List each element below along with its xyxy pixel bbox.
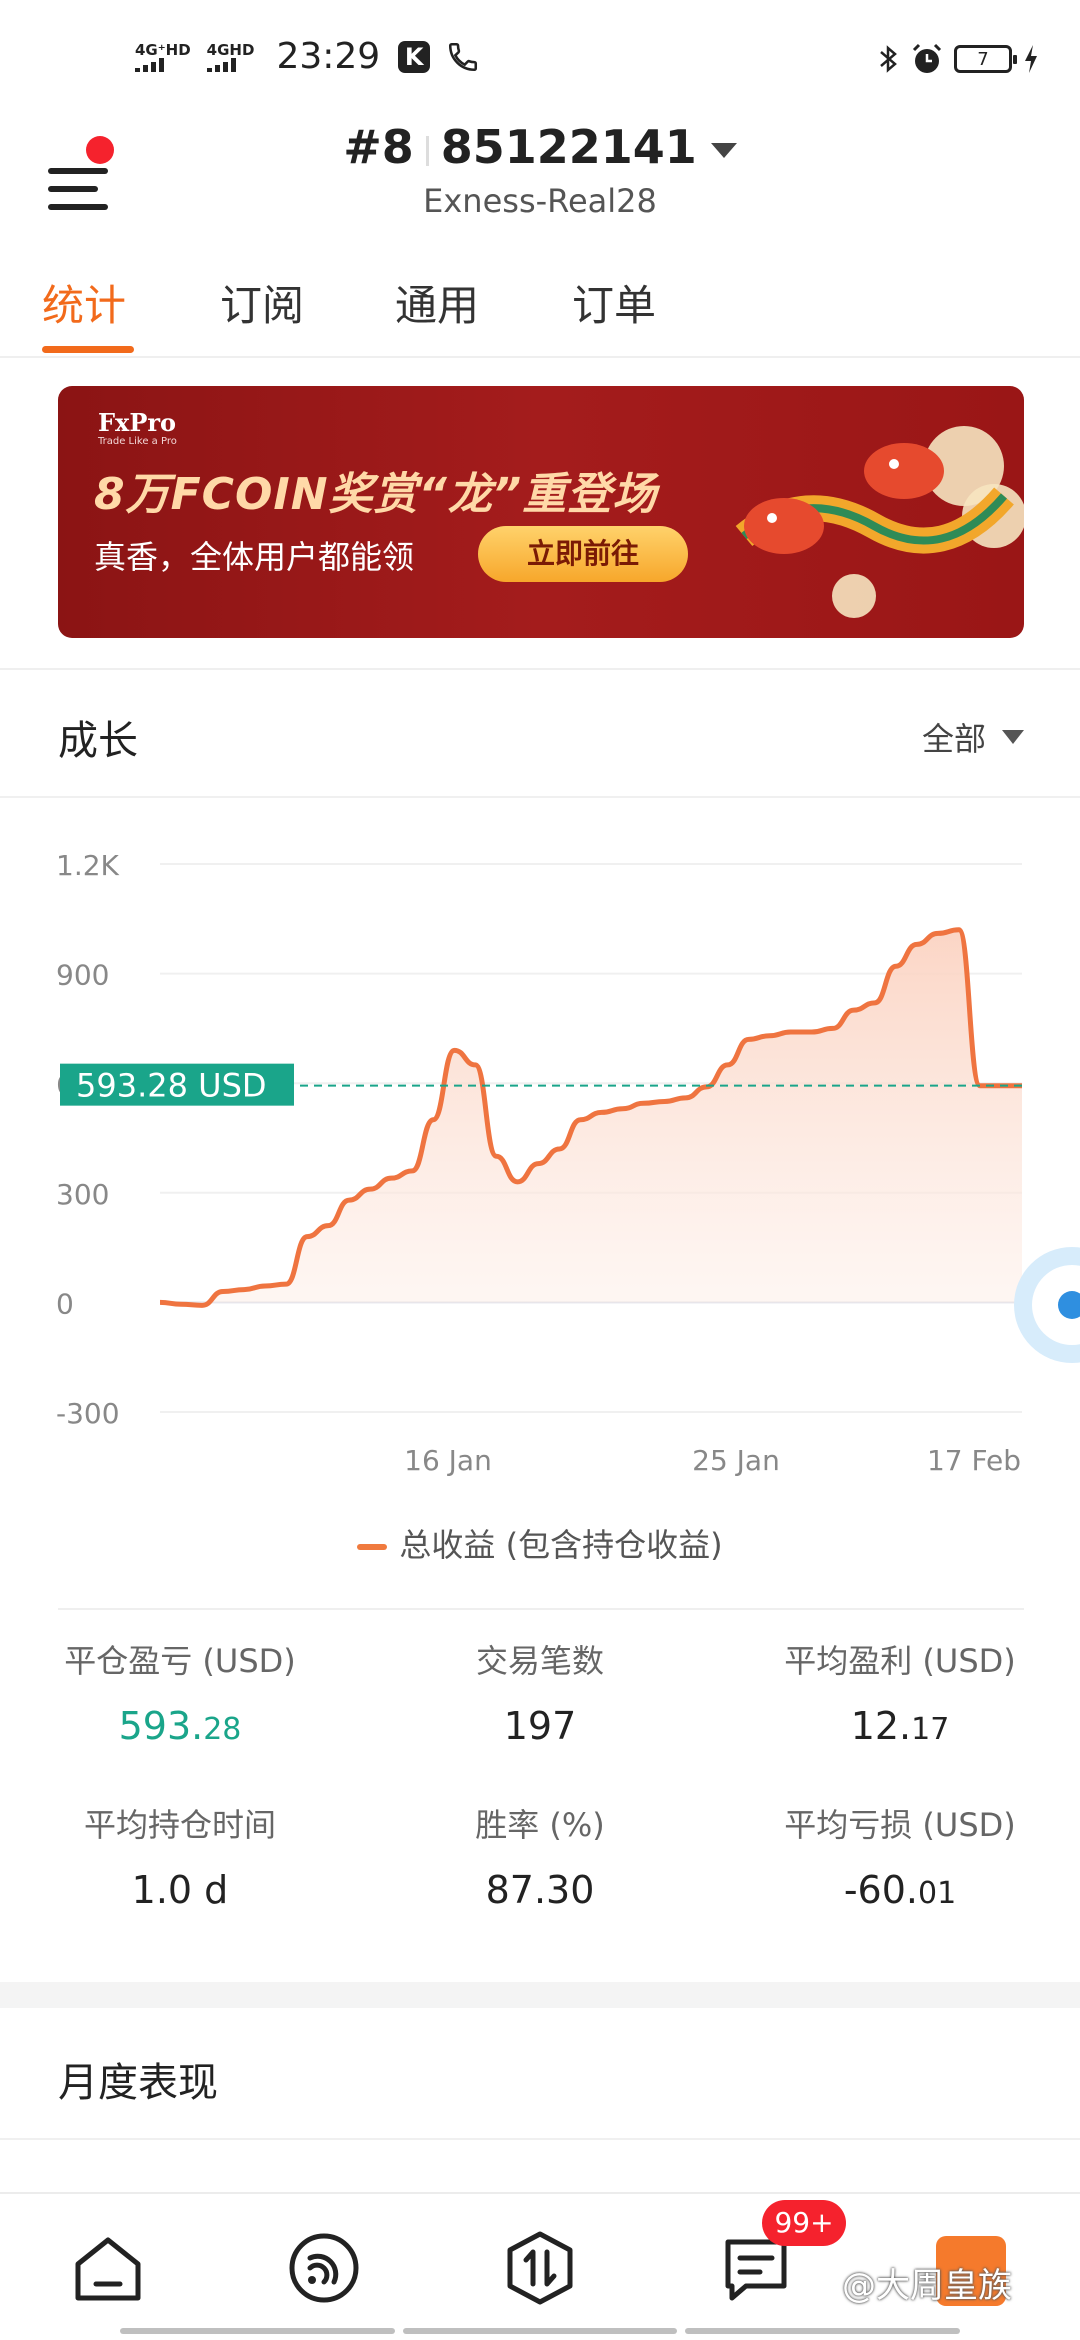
alarm-icon xyxy=(912,43,942,73)
stat-label: 平均亏损 (USD) xyxy=(784,1806,1016,1844)
stat-label: 平均持仓时间 xyxy=(83,1806,276,1844)
app-header: #8 85122141 Exness-Real28 xyxy=(0,110,1080,240)
stat-label: 平仓盈亏 (USD) xyxy=(64,1642,296,1680)
banner-cta-button[interactable]: 立即前往 xyxy=(478,526,688,582)
section-divider xyxy=(0,668,1080,670)
x-tick-label: 25 Jan xyxy=(692,1444,780,1477)
tab-subscribe[interactable]: 订阅 xyxy=(220,272,304,333)
legend-swatch xyxy=(357,1544,388,1550)
growth-divider xyxy=(0,796,1080,798)
stats-divider xyxy=(58,1608,1024,1610)
gesture-bar xyxy=(120,2328,961,2336)
charging-icon xyxy=(1025,45,1037,73)
stat-value: 197 xyxy=(503,1704,577,1748)
fxpro-logo: FxPro xyxy=(98,408,177,437)
monthly-divider xyxy=(0,2138,1080,2140)
stat-label: 平均盈利 (USD) xyxy=(784,1642,1016,1680)
growth-filter-label: 全部 xyxy=(921,720,986,758)
account-number: 85122141 xyxy=(440,120,697,174)
growth-chart: 1.2K9006003000-300593.28 USD16 Jan25 Jan… xyxy=(0,820,1080,1520)
signal-icon: 4G⁺HD xyxy=(135,42,191,72)
y-tick-label: 1.2K xyxy=(56,849,120,882)
signal-feed-icon[interactable] xyxy=(284,2228,364,2308)
chevron-down-icon xyxy=(1002,730,1024,744)
chart-legend: 总收益 (包含持仓收益) xyxy=(0,1520,1080,1566)
tab-general[interactable]: 通用 xyxy=(395,272,479,333)
stat-label: 交易笔数 xyxy=(475,1642,604,1680)
current-value-label: 593.28 USD xyxy=(76,1067,267,1105)
status-right: 7 xyxy=(878,42,1040,76)
active-tab-indicator xyxy=(42,346,134,353)
tab-stats[interactable]: 统计 xyxy=(42,272,126,333)
status-bar: 4G⁺HD 4GHD 23:29 K 7 xyxy=(0,0,1080,110)
banner-headline: 8万FCOIN奖赏“龙”重登场 xyxy=(94,469,658,520)
watermark: @大周皇族 xyxy=(842,2266,1012,2306)
stat-avg-hold-time: 平均持仓时间 1.0 d xyxy=(0,1800,360,1912)
floating-assist-button[interactable] xyxy=(1012,1240,1080,1370)
battery-level: 7 xyxy=(977,48,989,70)
home-icon[interactable] xyxy=(68,2228,148,2308)
account-index: #8 xyxy=(343,120,414,174)
bluetooth-icon xyxy=(880,45,897,73)
trade-icon[interactable] xyxy=(500,2228,580,2308)
fxpro-tagline: Trade Like a Pro xyxy=(98,436,177,447)
account-selector[interactable]: #8 85122141 xyxy=(0,120,1080,174)
tab-orders[interactable]: 订单 xyxy=(572,272,656,333)
x-tick-label: 17 Feb xyxy=(927,1444,1021,1477)
x-tick-label: 16 Jan xyxy=(404,1444,492,1477)
battery-icon: 7 xyxy=(954,45,1017,73)
stat-avg-loss: 平均亏损 (USD) -60.01 xyxy=(720,1800,1080,1912)
chevron-down-icon xyxy=(710,143,737,158)
tab-bar: 统计 订阅 通用 订单 xyxy=(0,258,1080,358)
stat-avg-profit: 平均盈利 (USD) 12.17 xyxy=(720,1636,1080,1748)
stat-label: 胜率 (%) xyxy=(475,1806,605,1844)
y-tick-label: 300 xyxy=(56,1178,109,1211)
status-left: 4G⁺HD 4GHD 23:29 K xyxy=(135,36,480,77)
y-tick-label: -300 xyxy=(56,1397,120,1430)
stat-closed-pnl: 平仓盈亏 (USD) 593.28 xyxy=(0,1636,360,1748)
stat-win-rate: 胜率 (%) 87.30 xyxy=(360,1800,720,1912)
growth-title: 成长 xyxy=(58,718,138,764)
dragon-illustration xyxy=(735,426,1024,618)
clock: 23:29 xyxy=(276,36,381,77)
legend-label: 总收益 (包含持仓收益) xyxy=(399,1526,723,1564)
account-server: Exness-Real28 xyxy=(423,182,657,220)
network-label-2: 4GHD xyxy=(206,40,255,59)
growth-chart-svg: 1.2K9006003000-300593.28 USD16 Jan25 Jan… xyxy=(56,849,1022,1477)
signal-icon-2: 4GHD xyxy=(206,40,255,72)
stat-trade-count: 交易笔数 197 xyxy=(360,1636,720,1748)
messages-badge: 99+ xyxy=(762,2200,846,2246)
y-tick-label: 0 xyxy=(56,1287,74,1320)
network-label-1: 4G⁺HD xyxy=(135,40,191,59)
y-tick-label: 900 xyxy=(56,959,109,992)
monthly-performance-title: 月度表现 xyxy=(58,2060,218,2106)
banner-subtitle: 真香，全体用户都能领 xyxy=(94,538,415,576)
stat-value: 593.28 xyxy=(118,1704,242,1748)
stat-value: 1.0 d xyxy=(131,1868,229,1912)
section-separator xyxy=(0,1982,1080,2008)
k-app-icon: K xyxy=(398,40,431,73)
phone-icon xyxy=(449,42,478,71)
promo-banner[interactable]: FxPro Trade Like a Pro 8万FCOIN奖赏“龙”重登场 真… xyxy=(58,386,1024,638)
growth-range-filter[interactable]: 全部 xyxy=(922,714,1024,760)
stat-value: -60.01 xyxy=(843,1868,957,1912)
stat-value: 12.17 xyxy=(850,1704,950,1748)
stat-value: 87.30 xyxy=(485,1868,595,1912)
